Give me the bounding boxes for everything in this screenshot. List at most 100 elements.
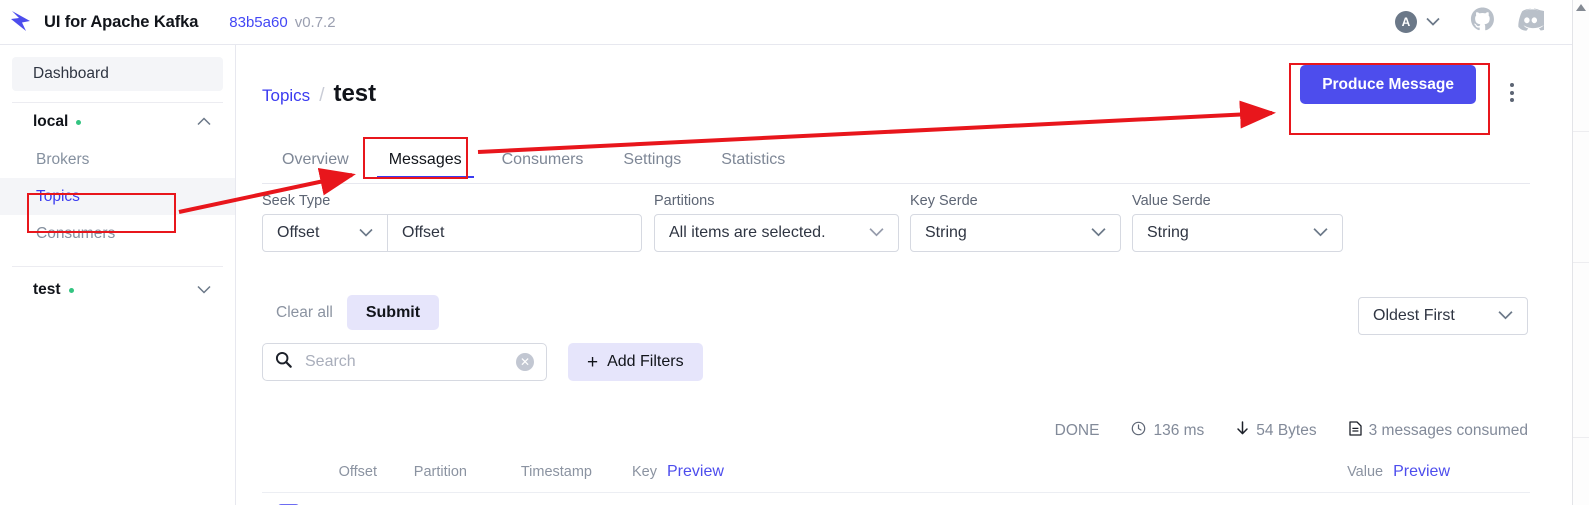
tab-messages[interactable]: Messages — [369, 143, 482, 178]
download-arrow-icon — [1236, 421, 1249, 441]
breadcrumb: Topics / test — [262, 80, 376, 108]
chevron-down-icon[interactable] — [197, 281, 211, 299]
seek-value-text: Offset — [402, 224, 445, 241]
sidebar-divider-2 — [12, 266, 223, 267]
page-title: test — [333, 80, 377, 107]
seek-type-value: Offset — [277, 224, 320, 241]
sidebar-item-dashboard[interactable]: Dashboard — [12, 57, 223, 91]
brand-title: UI for Apache Kafka — [44, 12, 199, 31]
commit-hash[interactable]: 83b5a60 — [229, 14, 287, 31]
value-serde-label: Value Serde — [1132, 193, 1211, 209]
key-serde-label: Key Serde — [910, 193, 978, 209]
tab-overview[interactable]: Overview — [262, 143, 369, 177]
file-icon — [1348, 421, 1362, 441]
tab-consumers[interactable]: Consumers — [482, 143, 604, 177]
avatar[interactable]: A — [1395, 11, 1417, 33]
chevron-down-icon — [1498, 307, 1513, 325]
github-icon[interactable] — [1470, 7, 1495, 37]
discord-icon[interactable] — [1517, 7, 1549, 37]
search-box[interactable]: ✕ — [262, 343, 547, 381]
column-value: Value Preview — [1012, 463, 1530, 481]
partitions-group: Partitions All items are selected. — [654, 193, 899, 252]
value-preview-link[interactable]: Preview — [1393, 463, 1450, 481]
sidebar-item-label: Dashboard — [33, 65, 109, 82]
column-partition[interactable]: Partition — [377, 464, 467, 480]
status-consumed-group: 3 messages consumed — [1348, 421, 1528, 441]
seek-type-select[interactable]: Offset — [262, 214, 388, 252]
tab-statistics[interactable]: Statistics — [701, 143, 805, 177]
status-bytes-group: 54 Bytes — [1236, 421, 1317, 441]
status-bytes: 54 Bytes — [1256, 422, 1317, 439]
more-vertical-icon[interactable] — [1510, 83, 1514, 102]
main-content: Topics / test Produce Message Overview M… — [237, 45, 1560, 505]
clear-all-button[interactable]: Clear all — [262, 304, 347, 322]
add-filters-label: Add Filters — [607, 353, 684, 370]
add-filters-button[interactable]: + Add Filters — [568, 343, 703, 381]
clear-search-icon[interactable]: ✕ — [516, 353, 534, 371]
produce-message-button[interactable]: Produce Message — [1300, 65, 1476, 104]
value-serde-select[interactable]: String — [1132, 214, 1343, 252]
consume-status-bar: DONE 136 ms 54 Bytes 3 messages consumed — [1055, 421, 1528, 441]
breadcrumb-separator: / — [319, 85, 325, 106]
search-icon — [275, 351, 292, 373]
value-serde-value: String — [1147, 224, 1189, 241]
key-serde-select[interactable]: String — [910, 214, 1121, 252]
search-input[interactable] — [303, 352, 503, 372]
column-key: Key Preview — [592, 463, 1012, 481]
clock-icon — [1131, 421, 1146, 441]
tab-settings[interactable]: Settings — [603, 143, 701, 177]
partitions-select[interactable]: All items are selected. — [654, 214, 899, 252]
sidebar: Dashboard local Brokers Topics Consumers… — [0, 45, 236, 505]
status-elapsed-group: 136 ms — [1131, 421, 1204, 441]
status-state: DONE — [1054, 422, 1100, 439]
cluster-status-dot — [68, 287, 74, 293]
sidebar-cluster-test[interactable]: test — [12, 271, 223, 309]
sidebar-item-consumers[interactable]: Consumers — [0, 215, 235, 252]
key-serde-group: Key Serde String — [910, 193, 1121, 252]
submit-button[interactable]: Submit — [346, 295, 440, 330]
key-serde-value: String — [925, 224, 967, 241]
topic-tabs: Overview Messages Consumers Settings Sta… — [262, 143, 1530, 184]
sort-order-value: Oldest First — [1373, 307, 1455, 324]
seek-value-input[interactable]: Offset — [387, 214, 642, 252]
status-elapsed: 136 ms — [1153, 422, 1205, 439]
filters-toolbar: Seek Type Offset Offset Partitions All i… — [262, 193, 1530, 252]
sort-order-select[interactable]: Oldest First — [1358, 297, 1528, 335]
version-info: 83b5a60 v0.7.2 — [229, 14, 335, 31]
column-offset[interactable]: Offset — [315, 464, 377, 480]
sidebar-item-label: Consumers — [36, 224, 116, 242]
status-consumed: 3 messages consumed — [1368, 422, 1528, 439]
column-value-label: Value — [1347, 464, 1384, 480]
partitions-value: All items are selected. — [669, 224, 826, 241]
version-number: v0.7.2 — [294, 13, 336, 31]
sidebar-item-label: Brokers — [36, 150, 90, 168]
seek-type-group: Seek Type Offset Offset — [262, 193, 642, 252]
chevron-up-icon[interactable] — [197, 113, 211, 131]
kafka-logo-icon[interactable] — [0, 9, 44, 35]
sidebar-topics-wrapper: Topics — [0, 178, 235, 215]
cluster-name: test — [33, 281, 61, 298]
sidebar-item-brokers[interactable]: Brokers — [0, 141, 235, 178]
page-scrollbar[interactable] — [1572, 0, 1589, 505]
filter-actions: Clear all Submit — [262, 295, 440, 330]
top-bar-actions: A — [1395, 7, 1589, 37]
top-bar: UI for Apache Kafka 83b5a60 v0.7.2 A — [0, 0, 1589, 45]
value-serde-group: Value Serde String — [1132, 193, 1343, 252]
cluster-name: local — [33, 113, 69, 130]
chevron-down-icon — [1301, 224, 1328, 242]
breadcrumb-link-topics[interactable]: Topics — [262, 86, 310, 106]
scroll-up-arrow-icon[interactable] — [1576, 4, 1586, 11]
sidebar-item-topics[interactable]: Topics — [0, 178, 235, 215]
seek-type-label: Seek Type — [262, 193, 331, 209]
key-preview-link[interactable]: Preview — [667, 463, 724, 481]
chevron-down-icon — [1079, 224, 1106, 242]
chevron-down-icon — [347, 224, 373, 242]
app-root: UI for Apache Kafka 83b5a60 v0.7.2 A Das… — [0, 0, 1589, 505]
filters-row: Seek Type Offset Offset Partitions All i… — [262, 193, 1530, 252]
column-key-label: Key — [632, 464, 657, 480]
column-timestamp[interactable]: Timestamp — [467, 464, 592, 480]
sidebar-cluster-local[interactable]: local — [12, 103, 223, 141]
plus-icon: + — [587, 351, 599, 373]
table-row: + 0 2 2024/8/21 key111 666 — [262, 493, 1530, 505]
chevron-down-icon[interactable] — [1426, 13, 1440, 31]
